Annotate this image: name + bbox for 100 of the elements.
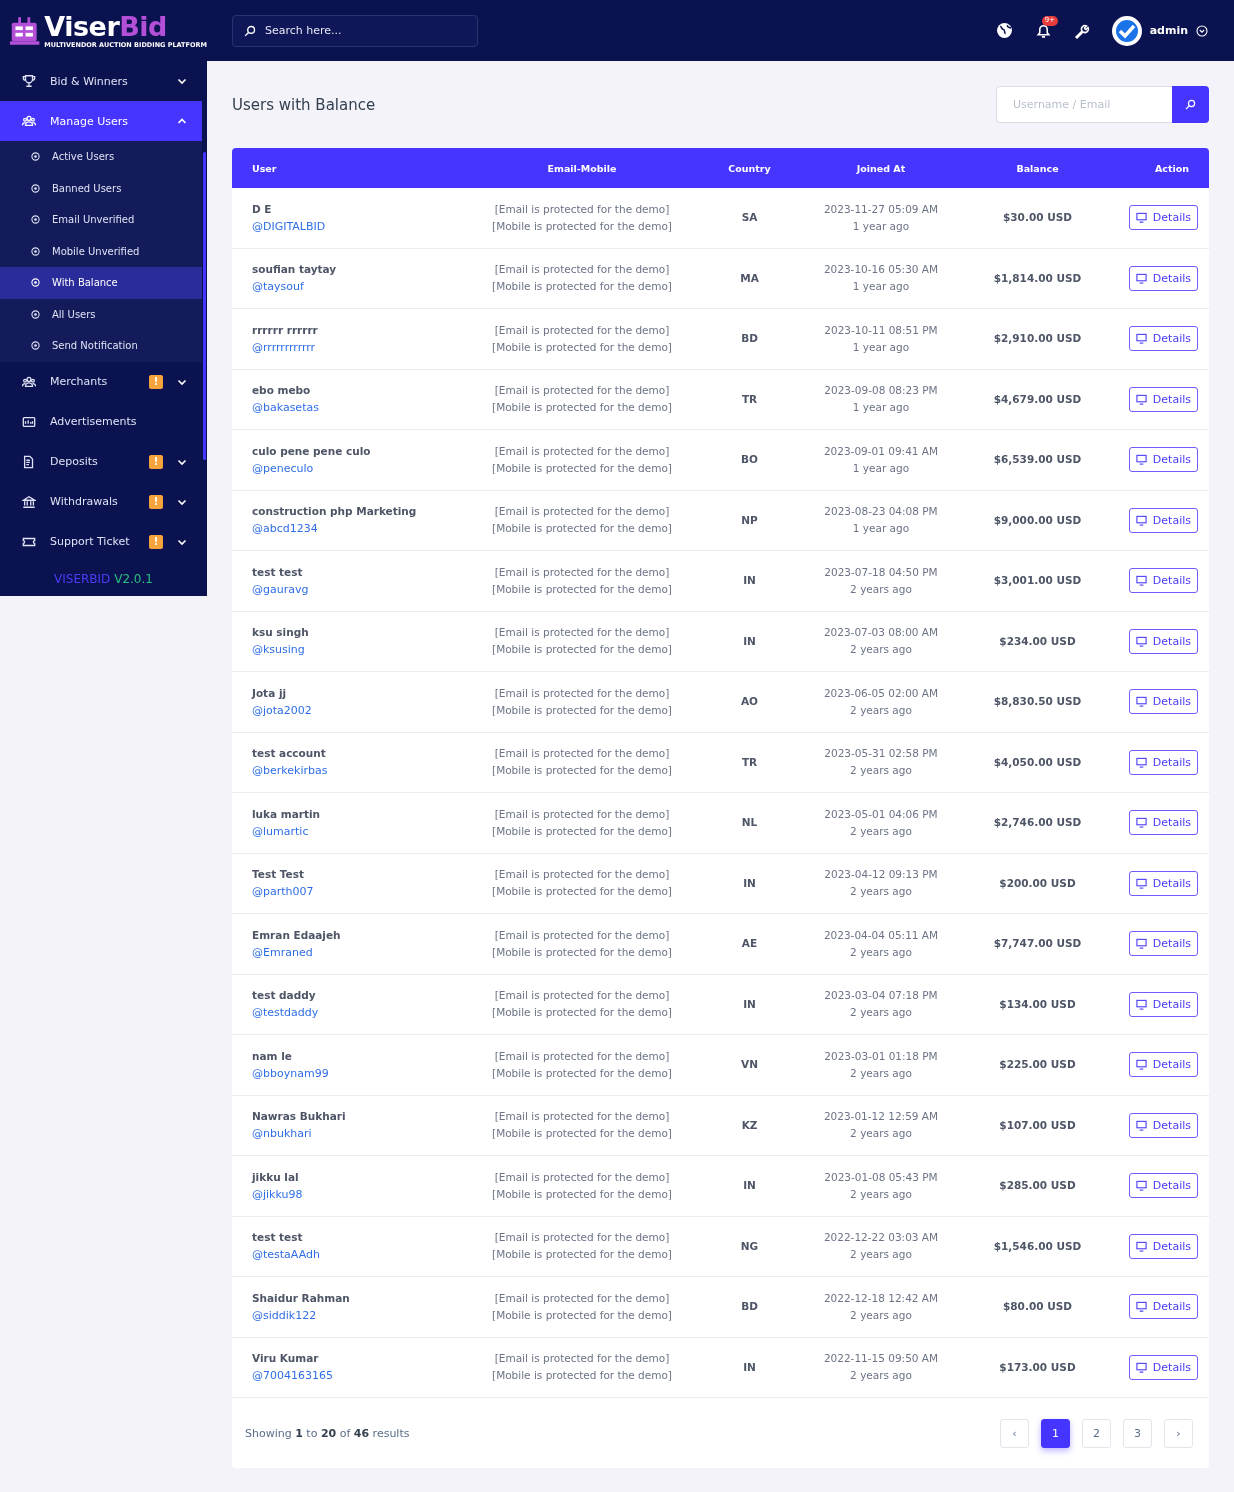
username-link[interactable]: @nbukhari (252, 1125, 472, 1143)
details-button[interactable]: Details (1128, 205, 1198, 231)
submenu-item[interactable]: Email Unverified (0, 204, 202, 236)
details-button[interactable]: Details (1128, 628, 1198, 654)
joined-ago: 2 years ago (849, 1247, 913, 1263)
nav-item[interactable]: Manage Users (0, 101, 202, 141)
search-button[interactable] (1172, 86, 1209, 123)
user-name: Viru Kumar (252, 1351, 320, 1367)
submenu-item[interactable]: Send Notification (0, 330, 202, 362)
user-search-field[interactable]: Username / Email (996, 86, 1172, 123)
details-button[interactable]: Details (1128, 991, 1198, 1017)
users-icon (22, 374, 36, 389)
submenu-item[interactable]: Mobile Unverified (0, 235, 202, 267)
submenu-item[interactable]: Banned Users (0, 172, 202, 204)
email-text: [Email is protected for the demo] (493, 504, 671, 520)
mobile-text: [Mobile is protected for the demo] (491, 460, 673, 476)
username-link[interactable]: @peneculo (252, 459, 472, 477)
username-link[interactable]: @rrrrrrrrrrrr (252, 338, 472, 356)
details-button[interactable]: Details (1128, 870, 1198, 896)
submenu-item[interactable]: All Users (0, 298, 202, 330)
submenu-item[interactable]: Active Users (0, 141, 202, 173)
bell-icon[interactable] (1034, 22, 1052, 39)
user-name: rrrrrr rrrrrr (252, 322, 319, 338)
username-link[interactable]: @abcd1234 (252, 520, 472, 538)
username-link[interactable]: @7004163165 (252, 1367, 472, 1385)
nav-item[interactable]: Withdrawals ! (0, 481, 202, 522)
details-button[interactable]: Details (1128, 447, 1198, 473)
balance-amount: $4,050.00 USD (992, 754, 1083, 770)
user-name: ksu singh (252, 625, 310, 641)
details-button[interactable]: Details (1128, 265, 1198, 291)
globe-icon[interactable] (995, 22, 1013, 39)
joined-ago: 2 years ago (849, 763, 913, 779)
details-button[interactable]: Details (1128, 1112, 1198, 1138)
joined-date: 2023-11-27 05:09 AM (822, 201, 940, 217)
user-menu[interactable]: admin (1111, 15, 1208, 46)
email-text: [Email is protected for the demo] (493, 625, 671, 641)
country-code: SA (740, 210, 759, 226)
brand-name: ViserBid (44, 12, 168, 40)
username-link[interactable]: @parth007 (252, 883, 472, 901)
username-link[interactable]: @Emraned (252, 943, 472, 961)
balance-amount: $173.00 USD (998, 1359, 1077, 1375)
version-label: VISERBID V2.0.1 (53, 570, 154, 586)
details-button[interactable]: Details (1128, 326, 1198, 352)
details-button[interactable]: Details (1128, 507, 1198, 533)
joined-ago: 2 years ago (849, 1126, 913, 1142)
username-link[interactable]: @siddik122 (252, 1306, 472, 1324)
nav-item[interactable]: Bid & Winners (0, 61, 202, 101)
username-link[interactable]: @bboynam99 (252, 1064, 472, 1082)
username-link[interactable]: @DIGITALBID (252, 217, 472, 235)
details-button[interactable]: Details (1128, 386, 1198, 412)
email-text: [Email is protected for the demo] (493, 383, 671, 399)
username-link[interactable]: @taysouf (252, 278, 472, 296)
wrench-icon[interactable] (1073, 22, 1090, 39)
monitor-icon (1135, 333, 1147, 345)
details-button[interactable]: Details (1128, 1173, 1198, 1199)
details-button[interactable]: Details (1128, 931, 1198, 957)
details-button[interactable]: Details (1128, 689, 1198, 715)
user-name: Emran Edaajeh (252, 927, 342, 943)
username-link[interactable]: @jikku98 (252, 1185, 472, 1203)
joined-ago: 1 year ago (851, 460, 911, 476)
scrollbar[interactable] (203, 152, 206, 460)
email-text: [Email is protected for the demo] (493, 201, 671, 217)
submenu-item[interactable]: With Balance (0, 267, 202, 299)
page-button[interactable]: 2 (1082, 1418, 1111, 1448)
search-field[interactable]: Search here... (232, 14, 478, 47)
nav-item[interactable]: Support Ticket ! (0, 521, 202, 562)
column-header: Joined At (807, 148, 955, 188)
details-button[interactable]: Details (1128, 1233, 1198, 1259)
username-link[interactable]: @lumartic (252, 822, 472, 840)
balance-amount: $9,000.00 USD (992, 512, 1083, 528)
billboard-icon (22, 414, 36, 429)
email-text: [Email is protected for the demo] (493, 746, 671, 762)
next-page-button[interactable]: › (1164, 1418, 1193, 1448)
nav-item[interactable]: Deposits ! (0, 441, 202, 482)
username-link[interactable]: @ksusing (252, 641, 472, 659)
balance-amount: $200.00 USD (998, 875, 1077, 891)
user-name: test test (252, 1230, 304, 1246)
nav-item[interactable]: Advertisements (0, 401, 202, 442)
username-link[interactable]: @gauravg (252, 580, 472, 598)
details-button[interactable]: Details (1128, 810, 1198, 836)
previous-page-button[interactable]: ‹ (1000, 1418, 1029, 1448)
username-link[interactable]: @testdaddy (252, 1004, 472, 1022)
nav-item[interactable]: Merchants ! (0, 361, 202, 402)
mobile-text: [Mobile is protected for the demo] (491, 279, 673, 295)
details-button[interactable]: Details (1128, 568, 1198, 594)
joined-ago: 1 year ago (851, 521, 911, 537)
username-link[interactable]: @jota2002 (252, 701, 472, 719)
monitor-icon (1135, 1180, 1147, 1192)
details-button[interactable]: Details (1128, 1294, 1198, 1320)
details-button[interactable]: Details (1128, 749, 1198, 775)
details-button[interactable]: Details (1128, 1052, 1198, 1078)
username-link[interactable]: @berkekirbas (252, 762, 472, 780)
users-icon (22, 114, 36, 128)
username-link[interactable]: @bakasetas (252, 399, 472, 417)
page-button[interactable]: 1 (1041, 1418, 1070, 1448)
balance-amount: $1,546.00 USD (992, 1238, 1083, 1254)
joined-date: 2023-05-31 02:58 PM (823, 746, 939, 762)
username-link[interactable]: @testaAAdh (252, 1246, 472, 1264)
page-button[interactable]: 3 (1123, 1418, 1152, 1448)
details-button[interactable]: Details (1128, 1354, 1198, 1380)
